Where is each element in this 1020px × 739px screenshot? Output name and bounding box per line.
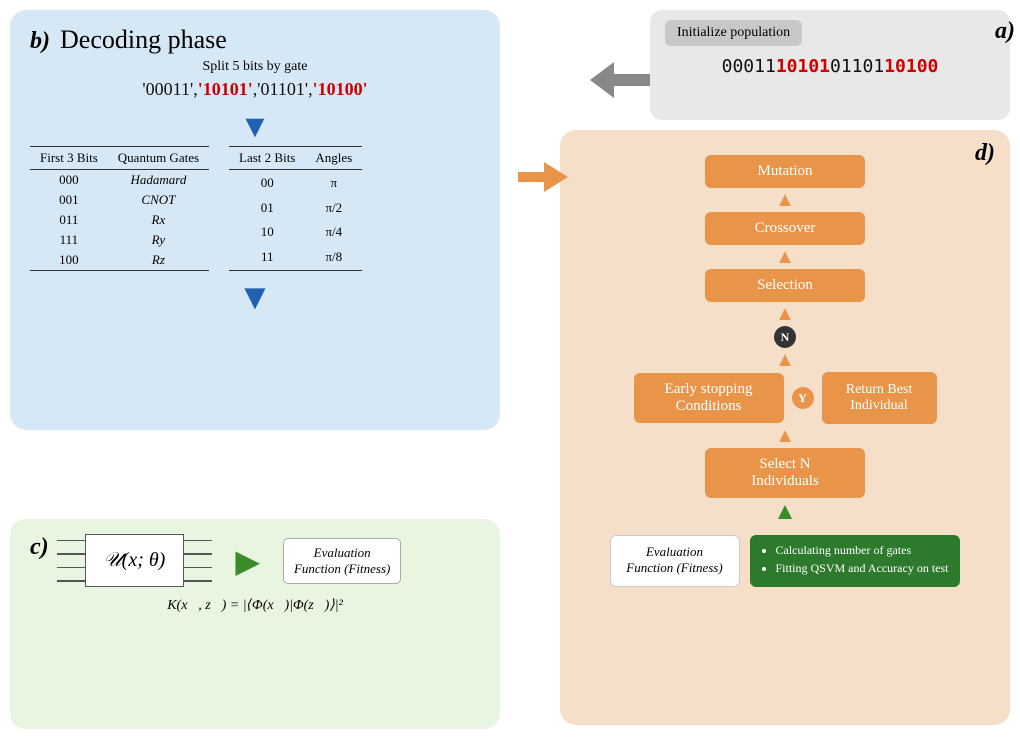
orange-arrow-left (518, 162, 568, 192)
lines-left (57, 540, 85, 582)
blue-arrow-down-2: ▼ (30, 279, 480, 315)
select-n-box: Select NIndividuals (705, 448, 865, 498)
binary-prefix: 00011 (722, 56, 776, 77)
green-arrow-up: ▲ (773, 498, 797, 527)
binary-mid: 01101 (830, 56, 884, 77)
circuit-line (57, 580, 85, 582)
return-best-box: Return Best Individual (822, 372, 937, 424)
gate-col1-header: First 3 Bits (30, 147, 108, 170)
arrow-up-1: ▲ (775, 188, 795, 212)
table-row: 00π (229, 170, 362, 196)
table-row: 10π/4 (229, 220, 362, 245)
table-row: 001CNOT (30, 190, 209, 210)
fitness-item-2: Fitting QSVM and Accuracy on test (776, 561, 949, 576)
mutation-box: Mutation (705, 155, 865, 188)
section-c: c) 𝒰(x; θ) (10, 519, 500, 729)
n-badge: N (774, 326, 796, 348)
label-b: b) (30, 28, 50, 55)
eval-section: EvaluationFunction (Fitness) Calculating… (610, 535, 961, 587)
circuit-line (184, 553, 212, 555)
circuit-line (184, 567, 212, 569)
circuit-line (184, 540, 212, 542)
circuit-line (184, 580, 212, 582)
label-a: a) (995, 18, 1015, 45)
angle-col2-header: Angles (305, 147, 362, 170)
bits-display: '00011','10101','01101','10100' (30, 79, 480, 100)
fitness-details-box: Calculating number of gates Fitting QSVM… (750, 535, 961, 587)
label-d: d) (975, 140, 995, 167)
arrow-up-3: ▲ (775, 302, 795, 326)
formula: K(x⃗, z⃗) = |⟨Φ(x⃗)|Φ(z⃗)⟩|² (30, 597, 480, 614)
fitness-item-1: Calculating number of gates (776, 543, 949, 558)
table-row: 011Rx (30, 210, 209, 230)
circuit-visual: 𝒰(x; θ) (57, 534, 213, 587)
decoding-title: Decoding phase (60, 25, 227, 55)
arrow-up-2: ▲ (775, 245, 795, 269)
table-row: 111Ry (30, 230, 209, 250)
split-text: Split 5 bits by gate (30, 59, 480, 75)
lines-right (184, 540, 212, 582)
section-b: b) Decoding phase Split 5 bits by gate '… (10, 10, 500, 430)
n-arrow-group: ▲ N ▲ (774, 302, 796, 372)
main-container: a) Initialize population 000111010101101… (0, 0, 1020, 739)
early-stopping-row: Early stoppingConditions Y Return Best I… (634, 372, 937, 424)
arrow-up-4: ▲ (775, 348, 795, 372)
early-stopping-box: Early stoppingConditions (634, 373, 784, 423)
circuit-line (57, 553, 85, 555)
y-badge: Y (792, 387, 814, 409)
u-function-label: 𝒰(x; θ) (104, 549, 166, 571)
table-row: 01π/2 (229, 195, 362, 220)
crossover-box: Crossover (705, 212, 865, 245)
eval-function-box: EvaluationFunction (Fitness) (283, 538, 401, 584)
selection-box: Selection (705, 269, 865, 302)
label-c: c) (30, 534, 49, 561)
tables-container: First 3 Bits Quantum Gates 000Hadamard 0… (30, 146, 480, 271)
angle-col1-header: Last 2 Bits (229, 147, 305, 170)
binary-red2: 10100 (884, 56, 938, 77)
table-row: 100Rz (30, 250, 209, 271)
section-a: a) Initialize population 000111010101101… (650, 10, 1010, 120)
eval-label: EvaluationFunction (Fitness) (283, 538, 401, 584)
circuit-line (57, 540, 85, 542)
angle-table: Last 2 Bits Angles 00π 01π/2 10π/4 11π/8 (229, 146, 362, 271)
binary-red1: 10101 (776, 56, 830, 77)
arrow-up-5: ▲ (775, 424, 795, 448)
init-population-box: Initialize population (665, 20, 802, 46)
table-row: 11π/8 (229, 245, 362, 271)
flow-column: Mutation ▲ Crossover ▲ Selection ▲ N ▲ E… (580, 155, 990, 587)
circuit-and-formula: 𝒰(x; θ) ▶ EvaluationFunction (Fitness) (57, 534, 402, 587)
table-row: 000Hadamard (30, 170, 209, 191)
blue-arrow-down-1: ▼ (30, 110, 480, 142)
circuit-line (57, 567, 85, 569)
section-d: d) Mutation ▲ Crossover ▲ Selection ▲ N … (560, 130, 1010, 725)
gray-arrow-left (590, 62, 650, 103)
u-box: 𝒰(x; θ) (85, 534, 185, 587)
gate-table: First 3 Bits Quantum Gates 000Hadamard 0… (30, 146, 209, 271)
eval-function-d-box: EvaluationFunction (Fitness) (610, 535, 740, 587)
green-arrow-right: ▶ (235, 542, 260, 580)
binary-string: 00011101010110110100 (665, 52, 995, 77)
gate-col2-header: Quantum Gates (108, 147, 209, 170)
